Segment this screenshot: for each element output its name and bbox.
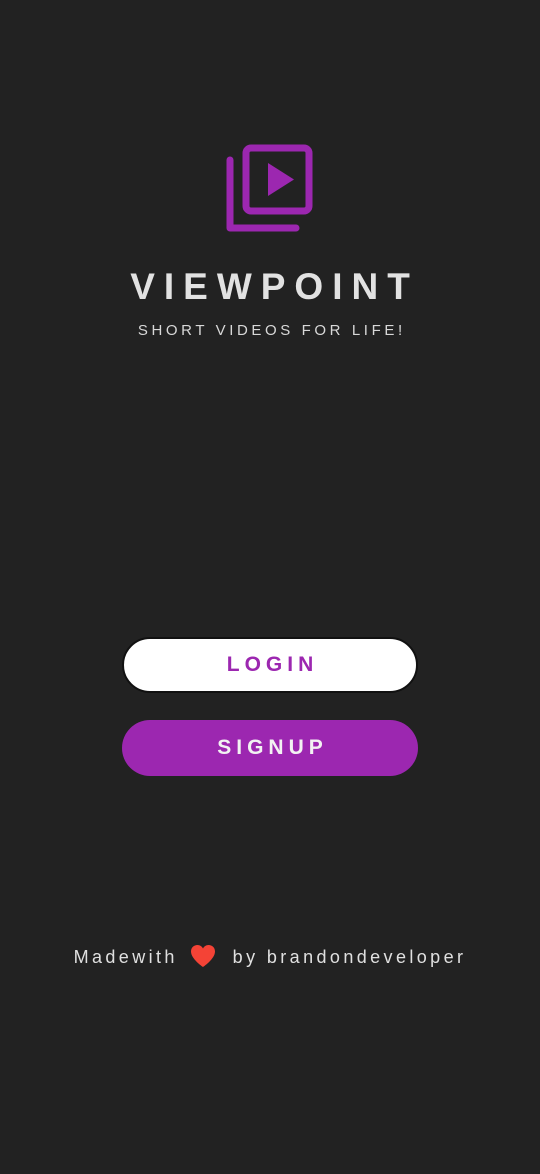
login-button-label: LOGIN [226,653,319,676]
app-title: VIEWPOINT [130,266,419,307]
video-library-icon [226,144,313,232]
footer-credit: Madewith by brandondeveloper [0,944,540,968]
footer-suffix: by brandondeveloper [232,947,467,967]
app-tagline: SHORT VIDEOS FOR LIFE! [137,322,406,339]
signup-button[interactable]: SIGNUP [122,720,418,776]
heart-icon [191,945,216,967]
footer-prefix: Madewith [73,947,178,967]
signup-button-label: SIGNUP [217,736,328,759]
login-button[interactable]: LOGIN [122,637,418,693]
